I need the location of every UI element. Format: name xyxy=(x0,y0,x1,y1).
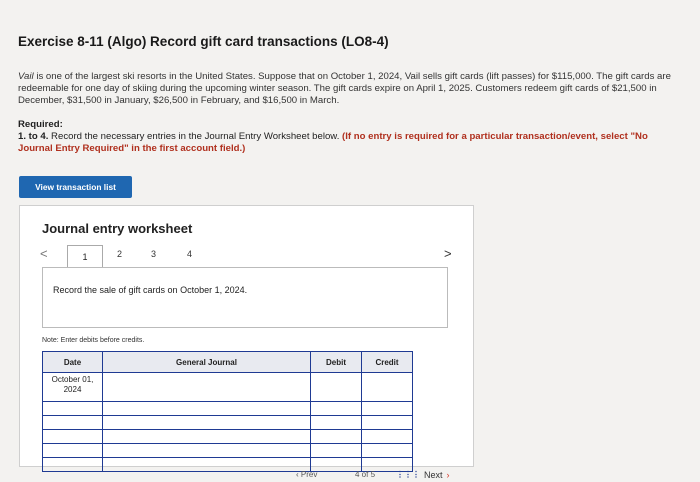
transaction-description: Record the sale of gift cards on October… xyxy=(53,285,248,295)
date-cell xyxy=(42,443,103,458)
footer-next-button[interactable]: Next › xyxy=(424,468,476,482)
table-row xyxy=(42,429,413,444)
account-field[interactable] xyxy=(102,372,311,402)
prev-entry-arrow-icon[interactable]: < xyxy=(40,246,48,261)
table-row: October 01, 2024 xyxy=(42,372,413,402)
debit-field[interactable] xyxy=(310,429,362,444)
intro-text: is one of the largest ski resorts in the… xyxy=(18,71,671,106)
tab-4[interactable]: 4 xyxy=(187,249,192,259)
account-field[interactable] xyxy=(102,429,311,444)
debit-field[interactable] xyxy=(310,372,362,402)
intro-paragraph: Vail is one of the largest ski resorts i… xyxy=(18,71,678,107)
credit-field[interactable] xyxy=(361,372,413,402)
transaction-description-box: Record the sale of gift cards on October… xyxy=(42,267,448,328)
tab-1[interactable]: 1 xyxy=(67,245,103,268)
worksheet-title: Journal entry worksheet xyxy=(42,221,193,236)
footer-prev-button[interactable]: ‹ Prev xyxy=(296,470,317,479)
account-field[interactable] xyxy=(102,415,311,430)
required-heading: Required: xyxy=(18,119,63,130)
exercise-title: Exercise 8-11 (Algo) Record gift card tr… xyxy=(18,34,389,49)
debit-field[interactable] xyxy=(310,415,362,430)
required-number: 1. to 4. xyxy=(18,131,49,142)
view-transaction-list-button[interactable]: View transaction list xyxy=(19,176,132,198)
credit-field[interactable] xyxy=(361,401,413,416)
chevron-right-icon: › xyxy=(446,470,450,480)
debit-field[interactable] xyxy=(310,457,362,472)
credit-field[interactable] xyxy=(361,415,413,430)
debits-note: Note: Enter debits before credits. xyxy=(42,337,145,344)
footer-next-label: Next xyxy=(424,470,443,480)
company-name: Vail xyxy=(18,71,34,82)
required-text: Record the necessary entries in the Jour… xyxy=(48,131,343,142)
date-cell xyxy=(42,457,103,472)
table-row xyxy=(42,443,413,458)
account-field[interactable] xyxy=(102,443,311,458)
journal-table: Date General Journal Debit Credit Octobe… xyxy=(42,351,413,472)
tab-3[interactable]: 3 xyxy=(151,249,156,259)
credit-header: Credit xyxy=(361,351,413,373)
date-cell: October 01, 2024 xyxy=(42,372,103,402)
footer-prev-label: Prev xyxy=(300,470,318,479)
tab-2[interactable]: 2 xyxy=(117,249,122,259)
debit-field[interactable] xyxy=(310,401,362,416)
journal-entry-worksheet: Journal entry worksheet < 1 2 3 4 > Reco… xyxy=(19,205,474,472)
next-entry-arrow-icon[interactable]: > xyxy=(444,246,452,261)
general-journal-header: General Journal xyxy=(102,351,311,373)
required-instructions: 1. to 4. Record the necessary entries in… xyxy=(18,131,678,155)
account-field[interactable] xyxy=(102,401,311,416)
debit-header: Debit xyxy=(310,351,362,373)
table-row xyxy=(42,401,413,416)
table-row xyxy=(42,415,413,430)
footer-page-indicator: 4 of 5 xyxy=(355,470,376,479)
date-cell xyxy=(42,401,103,416)
date-cell xyxy=(42,429,103,444)
credit-field[interactable] xyxy=(361,443,413,458)
credit-field[interactable] xyxy=(361,429,413,444)
date-cell xyxy=(42,415,103,430)
date-header: Date xyxy=(42,351,103,373)
account-field[interactable] xyxy=(102,457,311,472)
grid-icon[interactable]: ⋮⋮⋮ xyxy=(396,470,420,479)
debit-field[interactable] xyxy=(310,443,362,458)
chevron-left-icon: ‹ xyxy=(296,470,299,479)
